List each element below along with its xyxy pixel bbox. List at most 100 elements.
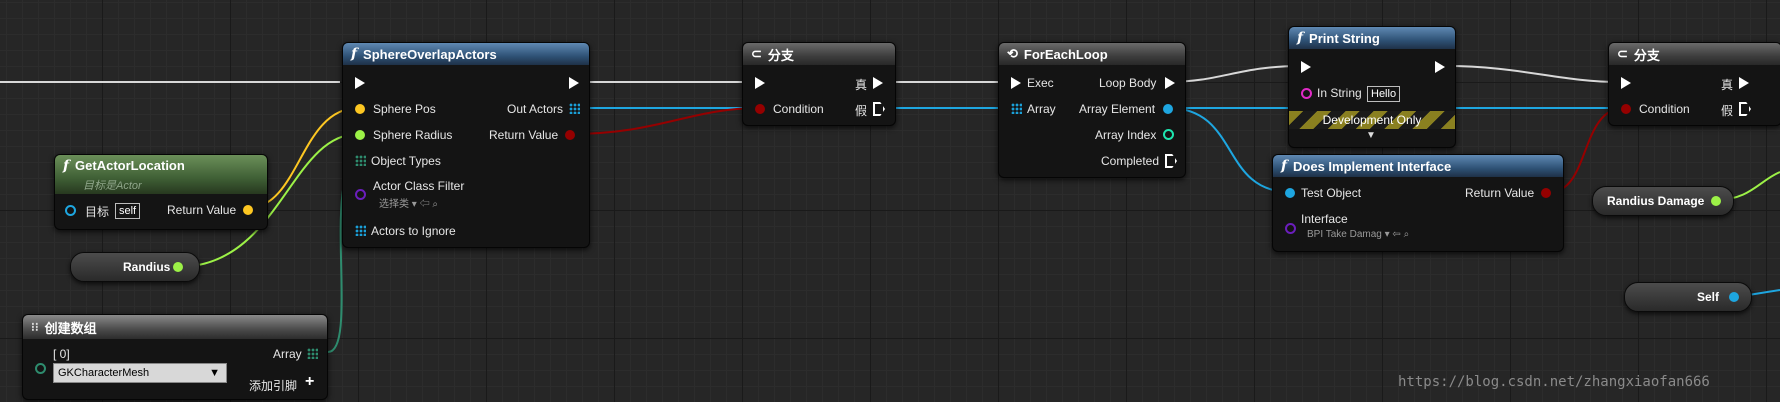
- plus-icon[interactable]: +: [305, 373, 314, 391]
- function-icon: f: [1281, 158, 1288, 174]
- exec-in-pin[interactable]: [1011, 77, 1021, 89]
- node-title: Print String: [1309, 30, 1380, 46]
- array-index-pin[interactable]: [1163, 129, 1174, 140]
- node-does-implement-interface[interactable]: f Does Implement Interface Test Object Re…: [1272, 154, 1564, 252]
- node-title: Does Implement Interface: [1293, 158, 1452, 174]
- index-label: [ 0]: [53, 347, 70, 361]
- array-index-label: Array Index: [1095, 128, 1157, 142]
- variable-pin[interactable]: [1711, 196, 1721, 206]
- mesh-select[interactable]: GKCharacterMesh ▼: [53, 363, 227, 383]
- return-value-pin[interactable]: [565, 130, 575, 140]
- expand-arrow-icon[interactable]: ▼: [1366, 130, 1376, 141]
- test-object-label: Test Object: [1301, 186, 1362, 200]
- element-pin[interactable]: [35, 363, 46, 374]
- array-pin[interactable]: [1011, 103, 1022, 114]
- exec-out-pin[interactable]: [1435, 61, 1445, 73]
- node-foreach-loop[interactable]: ⟲ ForEachLoop Exec Loop Body Array Array …: [998, 42, 1186, 178]
- return-value-label: Return Value: [1465, 186, 1535, 200]
- false-exec-pin[interactable]: [1739, 102, 1751, 116]
- array-pin[interactable]: [307, 348, 318, 359]
- loop-body-pin[interactable]: [1165, 77, 1175, 89]
- condition-label: Condition: [773, 102, 824, 116]
- target-value-box[interactable]: self: [115, 203, 141, 219]
- function-icon: f: [1297, 30, 1304, 46]
- object-types-pin[interactable]: [355, 155, 366, 166]
- true-label: 真: [855, 78, 868, 92]
- target-pin[interactable]: [65, 205, 76, 216]
- false-label: 假: [855, 104, 868, 118]
- variable-label: Self: [1697, 290, 1720, 304]
- function-icon: f: [63, 158, 70, 174]
- return-value-pin[interactable]: [1541, 188, 1551, 198]
- interface-pin[interactable]: [1285, 223, 1296, 234]
- branch-icon: ⊂: [751, 46, 762, 61]
- sphere-pos-pin[interactable]: [355, 104, 365, 114]
- interface-select[interactable]: BPI Take Damag ▾ ⇦ ⌕: [1307, 229, 1409, 240]
- false-label: 假: [1721, 104, 1734, 118]
- true-exec-pin[interactable]: [873, 77, 883, 89]
- development-only-banner: Development Only: [1289, 111, 1455, 129]
- true-label: 真: [1721, 78, 1734, 92]
- add-pin-label: 添加引脚: [249, 379, 298, 393]
- actor-class-filter-label: Actor Class Filter: [373, 179, 465, 193]
- exec-in-pin[interactable]: [755, 77, 765, 89]
- interface-label: Interface: [1301, 212, 1348, 226]
- node-title: ForEachLoop: [1023, 46, 1108, 62]
- array-label: Array: [1027, 102, 1056, 116]
- sphere-radius-pin[interactable]: [355, 130, 365, 140]
- test-object-pin[interactable]: [1285, 188, 1295, 198]
- actor-class-filter-pin[interactable]: [355, 189, 366, 200]
- node-branch-2[interactable]: ⊂ 分支 真 Condition 假: [1608, 42, 1780, 126]
- variable-label: Randius: [123, 260, 171, 274]
- exec-in-pin[interactable]: [1301, 61, 1311, 73]
- return-value-label: Return Value: [167, 203, 237, 217]
- node-make-array[interactable]: ⁝⁝ 创建数组 [ 0] GKCharacterMesh ▼ Array 添加引脚 …: [22, 314, 328, 400]
- node-title: 创建数组: [44, 320, 97, 336]
- return-value-label: Return Value: [489, 128, 559, 142]
- exec-wire-print-branch2: [1445, 65, 1621, 83]
- node-print-string[interactable]: f Print String In String Hello Developmen…: [1288, 26, 1456, 148]
- out-actors-pin[interactable]: [569, 103, 580, 114]
- completed-pin[interactable]: [1165, 154, 1177, 168]
- node-get-actor-location[interactable]: f GetActorLocation 目标是Actor 目标 self Retur…: [54, 154, 268, 230]
- array-element-pin[interactable]: [1163, 104, 1173, 114]
- in-string-value-box[interactable]: Hello: [1367, 86, 1401, 102]
- node-sphere-overlap-actors[interactable]: f SphereOverlapActors Sphere Pos Out Acto…: [342, 42, 590, 248]
- in-string-label: In String: [1317, 86, 1362, 100]
- exec-label: Exec: [1027, 76, 1054, 90]
- out-actors-label: Out Actors: [507, 102, 564, 116]
- wire-return-condition: [569, 107, 761, 135]
- variable-label: Randius Damage: [1607, 194, 1705, 208]
- variable-self[interactable]: Self: [1624, 282, 1752, 312]
- condition-pin[interactable]: [755, 104, 765, 114]
- actors-to-ignore-label: Actors to Ignore: [371, 224, 456, 238]
- variable-randius[interactable]: Randius: [70, 252, 200, 282]
- actors-to-ignore-pin[interactable]: [355, 225, 366, 236]
- node-title: 分支: [767, 47, 794, 63]
- class-select[interactable]: 选择类 ▾ ⇦ ⌕: [379, 195, 438, 210]
- grid-icon: ⁝⁝: [31, 320, 39, 334]
- condition-pin[interactable]: [1621, 104, 1631, 114]
- variable-randius-damage[interactable]: Randius Damage: [1592, 186, 1734, 216]
- function-icon: f: [351, 46, 358, 62]
- loop-icon: ⟲: [1007, 46, 1018, 61]
- node-title: SphereOverlapActors: [363, 46, 497, 62]
- sphere-pos-label: Sphere Pos: [373, 102, 436, 116]
- node-branch-1[interactable]: ⊂ 分支 真 Condition 假: [742, 42, 896, 126]
- exec-out-pin[interactable]: [569, 77, 579, 89]
- watermark: https://blog.csdn.net/zhangxiaofan666: [1398, 374, 1710, 390]
- return-value-pin[interactable]: [243, 205, 253, 215]
- array-label: Array: [273, 347, 302, 361]
- exec-in-pin[interactable]: [1621, 77, 1631, 89]
- exec-in-pin[interactable]: [355, 77, 365, 89]
- true-exec-pin[interactable]: [1739, 77, 1749, 89]
- branch-icon: ⊂: [1617, 46, 1628, 61]
- variable-pin[interactable]: [1729, 292, 1739, 302]
- sphere-radius-label: Sphere Radius: [373, 128, 453, 142]
- variable-pin[interactable]: [173, 262, 183, 272]
- in-string-pin[interactable]: [1301, 88, 1312, 99]
- array-element-label: Array Element: [1079, 102, 1156, 116]
- false-exec-pin[interactable]: [873, 102, 885, 116]
- object-types-label: Object Types: [371, 154, 441, 168]
- loop-body-label: Loop Body: [1099, 76, 1157, 90]
